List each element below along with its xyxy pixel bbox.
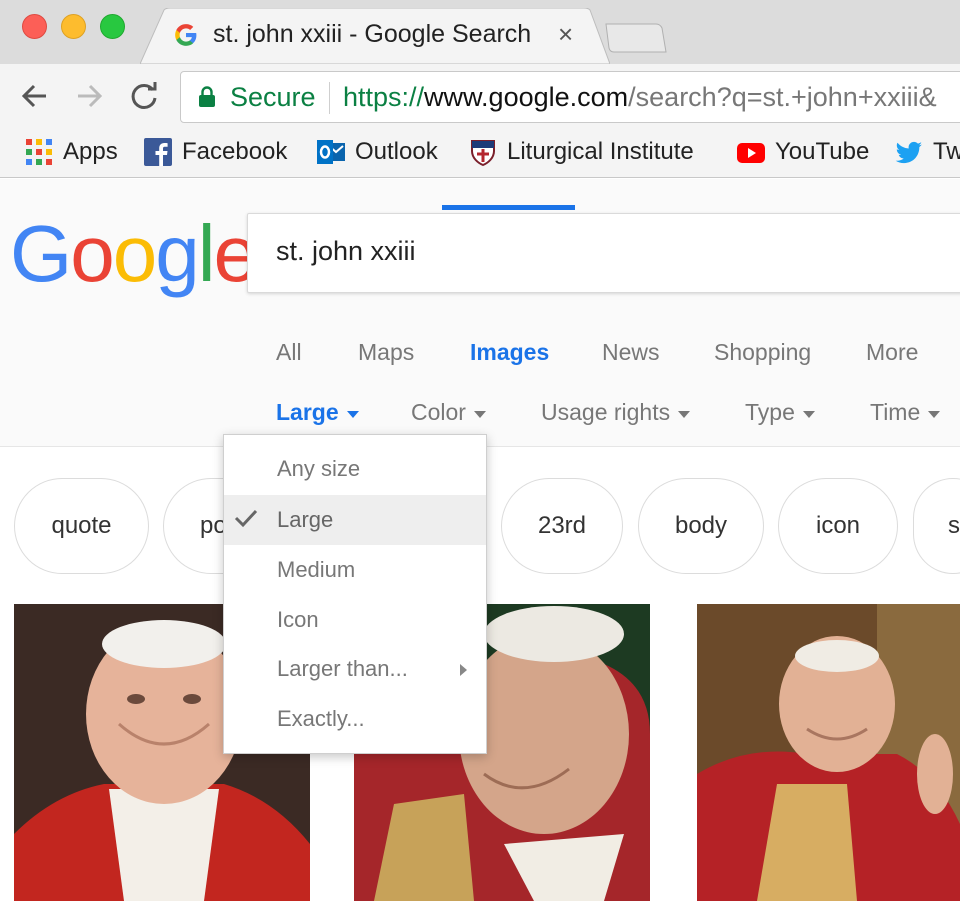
color-filter-button[interactable]: Color xyxy=(411,399,486,426)
submenu-arrow-icon xyxy=(460,664,467,676)
facebook-icon xyxy=(144,138,172,166)
browser-tab-google-search[interactable]: st. john xxiii - Google Search × xyxy=(140,8,610,64)
logo-letter: l xyxy=(197,209,216,298)
logo-letter: o xyxy=(70,209,114,298)
tab-all[interactable]: All xyxy=(276,339,302,366)
liturgical-institute-crest-icon xyxy=(471,140,495,167)
chip-label: icon xyxy=(815,512,861,539)
search-query: st. john xxiii xyxy=(276,236,416,266)
size-filter-button[interactable]: Large xyxy=(276,399,359,426)
menu-item-label: Larger than... xyxy=(277,656,408,681)
url-host: www.google.com xyxy=(424,82,629,112)
back-arrow-icon[interactable] xyxy=(16,78,52,114)
url-scheme: https:// xyxy=(343,82,425,112)
browser-tab-strip: st. john xxiii - Google Search × xyxy=(0,0,960,64)
bookmark-twitter[interactable]: Tw xyxy=(894,136,960,168)
logo-letter: G xyxy=(10,209,72,298)
related-chip-23rd[interactable]: 23rd xyxy=(501,478,623,574)
size-option-larger-than[interactable]: Larger than... xyxy=(224,644,486,694)
bookmark-outlook[interactable]: Outlook xyxy=(316,136,438,168)
chip-label: quote xyxy=(51,512,112,539)
related-chip-icon[interactable]: icon xyxy=(778,478,898,574)
tab-shopping[interactable]: Shopping xyxy=(714,339,811,366)
forward-arrow-icon[interactable] xyxy=(72,78,108,114)
size-filter-label: Large xyxy=(276,399,339,425)
zoom-window-button[interactable] xyxy=(100,14,125,39)
tab-maps[interactable]: Maps xyxy=(358,339,414,366)
bookmark-apps[interactable]: Apps xyxy=(24,136,118,168)
active-tab-indicator xyxy=(442,205,575,210)
tab-more[interactable]: More xyxy=(866,339,918,366)
google-logo[interactable]: Google xyxy=(10,214,258,294)
address-bar[interactable]: Secure https://www.google.com/search?q=s… xyxy=(180,71,960,123)
browser-toolbar: Secure https://www.google.com/search?q=s… xyxy=(0,64,960,128)
new-tab-button[interactable] xyxy=(604,22,668,54)
chevron-down-icon xyxy=(346,410,359,418)
url-text: https://www.google.com/search?q=st.+john… xyxy=(343,82,937,113)
type-filter-label: Type xyxy=(745,399,795,425)
menu-item-label: Icon xyxy=(277,607,319,632)
outlook-icon xyxy=(317,140,345,164)
tab-close-icon[interactable]: × xyxy=(558,19,573,50)
related-chip-quote[interactable]: quote xyxy=(14,478,149,574)
menu-item-label: Any size xyxy=(277,456,361,481)
bookmark-label: YouTube xyxy=(775,138,870,165)
twitter-icon xyxy=(895,141,922,164)
tab-news[interactable]: News xyxy=(602,339,660,366)
usage-rights-filter-button[interactable]: Usage rights xyxy=(541,399,691,426)
bookmark-liturgical-institute[interactable]: Liturgical Institute xyxy=(468,136,694,168)
tab-title: st. john xxiii - Google Search xyxy=(213,20,532,48)
chevron-down-icon xyxy=(473,410,486,418)
search-input[interactable]: st. john xxiii xyxy=(247,213,960,293)
lock-icon xyxy=(199,86,215,107)
secure-label: Secure xyxy=(230,82,316,112)
menu-item-label: Exactly... xyxy=(277,706,365,731)
type-filter-button[interactable]: Type xyxy=(745,399,815,426)
reload-icon[interactable] xyxy=(126,78,162,114)
url-path: /search?q=st.+john+xxiii& xyxy=(628,82,937,112)
chevron-down-icon xyxy=(678,410,691,418)
size-option-exactly[interactable]: Exactly... xyxy=(224,694,486,744)
chip-label: s xyxy=(948,512,960,539)
bookmark-facebook[interactable]: Facebook xyxy=(143,136,287,168)
logo-letter: o xyxy=(112,209,157,298)
minimize-window-button[interactable] xyxy=(61,14,86,39)
close-window-button[interactable] xyxy=(22,14,47,39)
size-option-medium[interactable]: Medium xyxy=(224,545,486,595)
size-option-any-size[interactable]: Any size xyxy=(224,444,486,494)
bookmark-label: Liturgical Institute xyxy=(507,138,694,165)
related-chip-s[interactable]: s xyxy=(913,478,960,574)
checkmark-icon xyxy=(234,509,258,528)
image-result[interactable] xyxy=(697,604,960,901)
related-chip-body[interactable]: body xyxy=(638,478,764,574)
bookmark-youtube[interactable]: YouTube xyxy=(736,136,869,168)
bookmarks-bar: Apps Facebook Outlook Liturgical Institu… xyxy=(0,128,960,178)
bookmark-label: Outlook xyxy=(355,138,438,165)
chevron-down-icon xyxy=(928,410,941,418)
bookmark-label: Tw xyxy=(933,138,960,165)
tab-images[interactable]: Images xyxy=(470,339,549,366)
omnibox-divider xyxy=(329,82,330,114)
usage-rights-filter-label: Usage rights xyxy=(541,399,671,425)
youtube-icon xyxy=(737,143,765,163)
bookmark-label: Apps xyxy=(63,138,118,165)
chip-label: 23rd xyxy=(537,512,587,539)
bookmark-label: Facebook xyxy=(182,138,288,165)
chevron-down-icon xyxy=(802,410,815,418)
logo-letter: g xyxy=(155,209,199,298)
size-filter-menu: Any size Large Medium Icon Larger than..… xyxy=(223,434,487,754)
google-favicon-icon xyxy=(175,24,197,46)
size-option-large[interactable]: Large xyxy=(224,495,486,545)
menu-item-label: Large xyxy=(277,507,334,532)
time-filter-label: Time xyxy=(870,399,921,425)
chip-label: body xyxy=(674,512,728,539)
apps-grid-icon xyxy=(26,139,52,165)
time-filter-button[interactable]: Time xyxy=(870,399,941,426)
pope-portrait-image xyxy=(697,604,960,901)
color-filter-label: Color xyxy=(411,399,466,425)
menu-item-label: Medium xyxy=(277,557,356,582)
size-option-icon[interactable]: Icon xyxy=(224,595,486,645)
